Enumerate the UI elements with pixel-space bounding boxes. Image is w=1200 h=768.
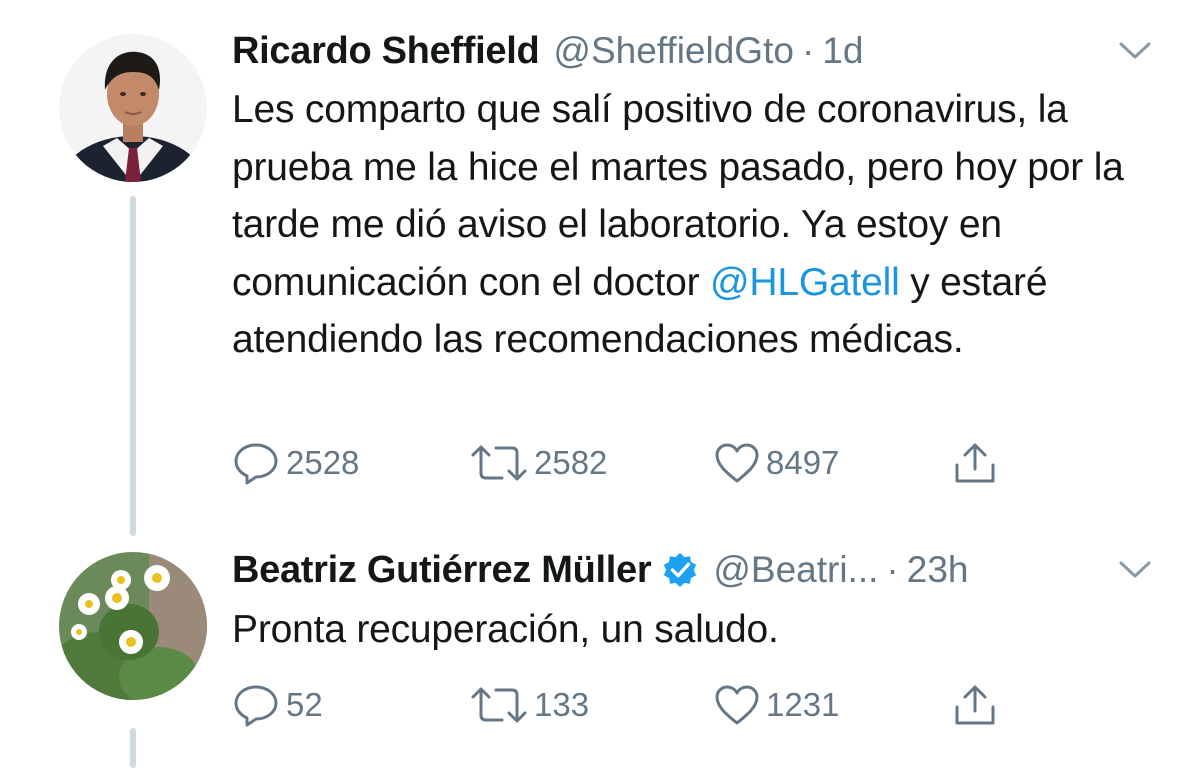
reply-icon bbox=[234, 685, 278, 727]
man-in-suit-avatar bbox=[59, 34, 207, 182]
tweet-menu-button[interactable] bbox=[1110, 545, 1160, 595]
author-name[interactable]: Beatriz Gutiérrez Müller bbox=[232, 549, 652, 592]
like-count: 8497 bbox=[766, 444, 840, 481]
avatar[interactable] bbox=[59, 34, 207, 182]
retweet-icon bbox=[471, 445, 527, 481]
share-icon bbox=[955, 685, 995, 725]
retweet-button[interactable]: 2582 bbox=[470, 438, 607, 488]
timestamp[interactable]: 1d bbox=[822, 30, 863, 72]
chevron-down-icon bbox=[1119, 42, 1151, 59]
thread-connector-line bbox=[130, 196, 136, 536]
separator-dot: · bbox=[886, 549, 899, 590]
tweet-header: Beatriz Gutiérrez Müller @Beatri... · 23… bbox=[232, 545, 1160, 595]
reply-count: 2528 bbox=[286, 444, 360, 481]
like-icon bbox=[715, 443, 759, 483]
daisy-flowers-avatar bbox=[59, 552, 207, 700]
retweet-count: 2582 bbox=[534, 444, 608, 481]
like-count: 1231 bbox=[766, 686, 840, 723]
share-icon bbox=[955, 443, 995, 483]
author-handle[interactable]: @Beatri... bbox=[713, 549, 878, 591]
verified-badge-icon bbox=[664, 552, 697, 588]
tweet-menu-button[interactable] bbox=[1110, 26, 1160, 76]
thread-connector-line bbox=[130, 728, 136, 768]
tweet-body: Les comparto que salí positivo de corona… bbox=[232, 81, 1152, 369]
like-icon bbox=[715, 685, 759, 725]
tweet-text: Pronta recuperación, un saludo. bbox=[232, 608, 779, 651]
reply-button[interactable]: 52 bbox=[232, 680, 323, 730]
reply-count: 52 bbox=[286, 686, 323, 723]
tweet-header: Ricardo Sheffield @SheffieldGto · 1d bbox=[232, 26, 1160, 76]
retweet-button[interactable]: 133 bbox=[470, 680, 589, 730]
tweet-actions: 2528 2582 8497 bbox=[232, 438, 1032, 488]
reply-button[interactable]: 2528 bbox=[232, 438, 359, 488]
separator-dot: · bbox=[801, 30, 815, 71]
tweet-actions: 52 133 1231 bbox=[232, 680, 1032, 730]
share-button[interactable] bbox=[952, 680, 998, 730]
author-name[interactable]: Ricardo Sheffield bbox=[232, 30, 540, 73]
like-button[interactable]: 8497 bbox=[714, 438, 839, 488]
like-button[interactable]: 1231 bbox=[714, 680, 839, 730]
chevron-down-icon bbox=[1119, 561, 1151, 578]
retweet-count: 133 bbox=[534, 686, 590, 723]
avatar[interactable] bbox=[59, 552, 207, 700]
tweet-body: Pronta recuperación, un saludo. bbox=[232, 601, 1152, 659]
author-handle[interactable]: @SheffieldGto bbox=[553, 30, 794, 72]
timestamp[interactable]: 23h bbox=[907, 549, 969, 591]
reply-icon bbox=[234, 443, 278, 485]
share-button[interactable] bbox=[952, 438, 998, 488]
mention-link[interactable]: @HLGatell bbox=[710, 261, 900, 304]
retweet-icon bbox=[471, 687, 527, 723]
